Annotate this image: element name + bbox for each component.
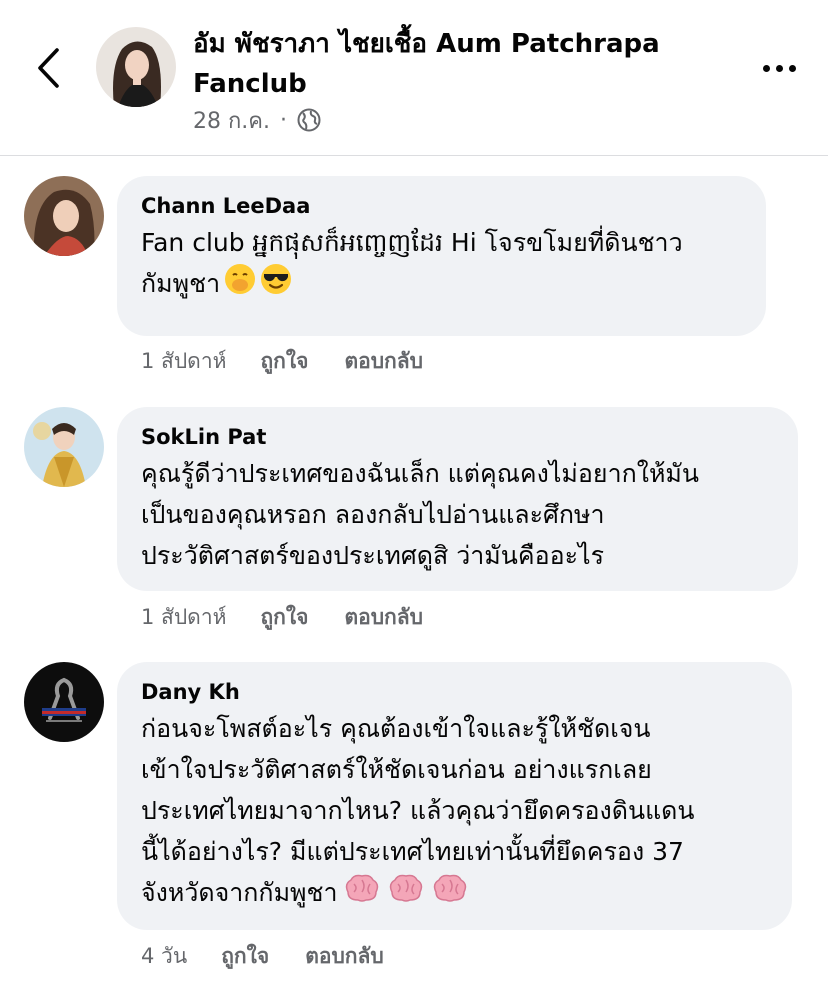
page-avatar[interactable] — [96, 27, 176, 107]
sunglasses-emoji — [260, 263, 292, 307]
back-button[interactable] — [28, 42, 68, 94]
like-button[interactable]: ถูกใจ — [221, 940, 269, 973]
chevron-left-icon — [38, 48, 59, 88]
commenter-avatar[interactable] — [24, 662, 104, 742]
comment-author[interactable]: Dany Kh — [141, 676, 768, 708]
comment-actions: 1 สัปดาห์ ถูกใจ ตอบกลับ — [141, 601, 423, 633]
reply-button[interactable]: ตอบกลับ — [305, 940, 384, 973]
comment-time[interactable]: 4 วัน — [141, 940, 187, 973]
comment-author[interactable]: SokLin Pat — [141, 421, 774, 453]
brain-emoji — [386, 872, 426, 916]
comment-bubble[interactable]: Chann LeeDaa Fan club អ្នកផុសក៏អញ្ចេញដែរ… — [117, 176, 766, 336]
comment-time[interactable]: 1 สัปดาห์ — [141, 601, 226, 634]
comment-bubble[interactable]: SokLin Pat คุณรู้ดีว่าประเทศของฉันเล็ก แ… — [117, 407, 798, 591]
meta-separator: · — [280, 107, 288, 133]
comment-text: คุณรู้ดีว่าประเทศของฉันเล็ก แต่คุณคงไม่อ… — [141, 459, 699, 570]
post-date[interactable]: 28 ก.ค. — [193, 103, 270, 138]
comment-text: ก่อนจะโพสต์อะไร คุณต้องเข้าใจและรู้ให้ชั… — [141, 708, 768, 916]
comment-bubble[interactable]: Dany Kh ก่อนจะโพสต์อะไร คุณต้องเข้าใจและ… — [117, 662, 792, 930]
brain-emoji — [342, 872, 382, 916]
comment-author[interactable]: Chann LeeDaa — [141, 190, 742, 222]
comment-time[interactable]: 1 สัปดาห์ — [141, 345, 226, 378]
comment-text: Fan club អ្នកផុសក៏អញ្ចេញដែរ Hi โจรขโมยที… — [141, 222, 742, 307]
post-header: อัม พัชราภา ไชยเชื้อ Aum Patchrapa Fancl… — [0, 0, 828, 156]
comment-actions: 4 วัน ถูกใจ ตอบกลับ — [141, 940, 384, 972]
comment-actions: 1 สัปดาห์ ถูกใจ ตอบกลับ — [141, 345, 423, 377]
commenter-avatar[interactable] — [24, 176, 104, 256]
more-options-button[interactable] — [755, 50, 803, 86]
page-title[interactable]: อัม พัชราภา ไชยเชื้อ Aum Patchrapa Fancl… — [193, 24, 713, 104]
reply-button[interactable]: ตอบกลับ — [344, 345, 423, 378]
more-horizontal-icon — [762, 64, 770, 72]
brain-emoji — [430, 872, 470, 916]
commenter-avatar[interactable] — [24, 407, 104, 487]
globe-icon — [297, 108, 321, 132]
like-button[interactable]: ถูกใจ — [260, 601, 308, 634]
post-meta: 28 ก.ค. · — [193, 104, 321, 136]
reply-button[interactable]: ตอบกลับ — [344, 601, 423, 634]
like-button[interactable]: ถูกใจ — [260, 345, 308, 378]
comments-screen: อัม พัชราภา ไชยเชื้อ Aum Patchrapa Fancl… — [0, 0, 828, 981]
hand-over-mouth-emoji — [224, 263, 256, 307]
